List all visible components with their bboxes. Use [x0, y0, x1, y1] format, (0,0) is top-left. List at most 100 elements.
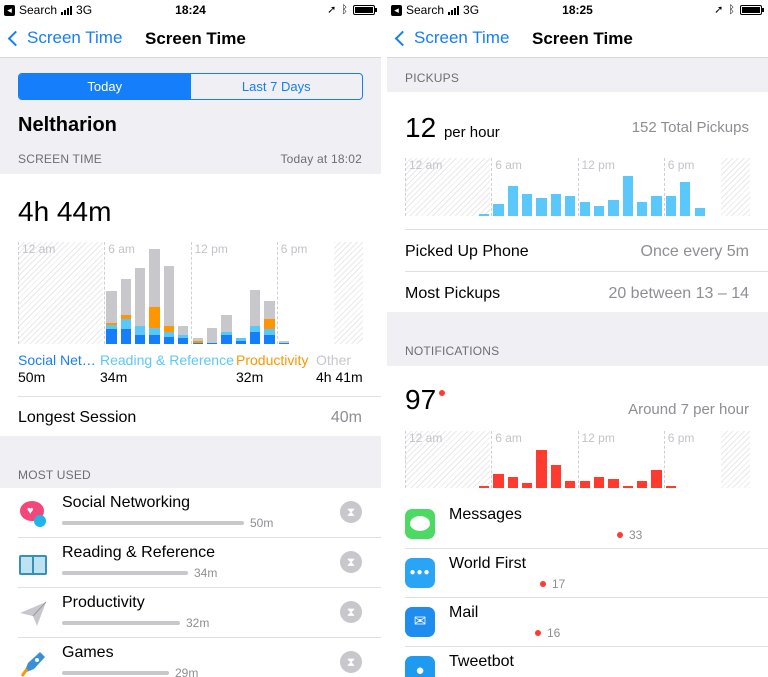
- pickups-rate-unit: per hour: [443, 124, 500, 141]
- chart-bar: [163, 336, 175, 344]
- hour-gridline: [405, 158, 406, 216]
- back-label: Screen Time: [414, 28, 510, 47]
- chart-bar: [120, 319, 131, 330]
- usage-value: 32m: [186, 616, 210, 630]
- bluetooth-icon: ᛒ: [728, 3, 735, 16]
- total-screen-time: 4h 44m: [18, 196, 112, 227]
- notification-dot-icon: [617, 532, 623, 538]
- usage-bar: [62, 621, 180, 625]
- usage-value: 29m: [175, 666, 199, 677]
- chart-bar: [178, 338, 189, 344]
- notifications-rate: Around 7 per hour: [628, 401, 749, 418]
- chart-bar: [250, 289, 261, 327]
- app-name: Reading & Reference: [62, 544, 215, 561]
- chart-bar: [550, 465, 562, 488]
- usage-value: 50m: [250, 516, 274, 530]
- app-name: Tweetbot: [449, 653, 514, 670]
- notification-row-messages[interactable]: Messages 33: [387, 500, 768, 548]
- hour-tick-label: 12 pm: [194, 242, 228, 256]
- hour-gridline: [18, 242, 19, 344]
- notification-row-tweetbot[interactable]: ● Tweetbot: [387, 647, 768, 677]
- chart-bar: [478, 214, 490, 216]
- usage-bar: [62, 571, 188, 575]
- chart-bar: [106, 291, 117, 324]
- chart-bar: [120, 329, 131, 344]
- hour-tick-label: 12 am: [409, 431, 443, 445]
- screen-time-today-pane: ◂ Search 3G 18:24 ➚ ᛒ Screen Time Screen…: [0, 0, 381, 677]
- hourglass-limit-icon[interactable]: ⧗: [340, 651, 362, 673]
- hour-gridline: [104, 242, 106, 344]
- chart-bar: [565, 196, 576, 216]
- chart-bar: [493, 474, 504, 488]
- most-pickups-value: 20 between 13 – 14: [608, 285, 749, 302]
- chart-bar: [149, 335, 160, 344]
- segment-last-7-days[interactable]: Last 7 Days: [191, 74, 363, 99]
- back-button[interactable]: Screen Time: [394, 28, 510, 48]
- most-used-row-reading[interactable]: Reading & Reference 34m ⧗: [0, 538, 381, 588]
- notifications-chart: 12 am 6 am 12 pm 6 pm: [405, 431, 750, 488]
- back-button[interactable]: Screen Time: [7, 28, 122, 48]
- hour-gridline: [276, 242, 278, 344]
- clock: 18:25: [562, 3, 593, 17]
- hour-gridline: [491, 158, 493, 216]
- screen-time-pickups-pane: ◂ Search 3G 18:25 ➚ ᛒ Screen Time Screen…: [387, 0, 768, 677]
- notification-row-mail[interactable]: ✉ Mail 16: [387, 598, 768, 646]
- chart-bar: [665, 485, 677, 488]
- notification-dot-icon: [540, 581, 546, 587]
- chart-bar: [608, 478, 619, 488]
- legend-social-value: 50m: [18, 369, 46, 385]
- hour-gridline: [190, 242, 192, 344]
- hour-gridline: [577, 431, 579, 488]
- notification-dot-icon: [439, 390, 446, 396]
- chart-bar: [221, 314, 232, 333]
- chart-bar: [608, 200, 619, 216]
- hour-tick-label: 6 am: [495, 158, 522, 172]
- app-name: Games: [62, 644, 114, 661]
- most-used-row-social[interactable]: ♥ Social Networking 50m ⧗: [0, 488, 381, 538]
- clock: 18:24: [175, 3, 206, 17]
- legend-other-label: Other: [316, 352, 352, 368]
- chevron-left-icon: [394, 30, 411, 46]
- most-pickups-label: Most Pickups: [405, 285, 501, 302]
- chart-bar: [651, 469, 662, 488]
- chart-bar: [250, 326, 261, 333]
- segment-today[interactable]: Today: [19, 74, 191, 99]
- chart-bar: [206, 342, 218, 344]
- hour-tick-label: 12 pm: [581, 431, 615, 445]
- notification-count: 16: [547, 626, 561, 640]
- hourglass-limit-icon[interactable]: ⧗: [340, 551, 362, 573]
- chart-bar: [106, 324, 117, 330]
- legend-other: Other 4h 41m: [316, 352, 363, 385]
- chart-bar: [264, 329, 275, 336]
- chart-bar: [221, 335, 232, 344]
- hourglass-limit-icon[interactable]: ⧗: [340, 601, 362, 623]
- app-name: Messages: [449, 506, 522, 523]
- hour-tick-label: 12 am: [409, 158, 443, 172]
- navigation-bar: Screen Time Screen Time: [0, 20, 381, 58]
- chart-bar: [579, 202, 590, 216]
- chevron-left-icon: [7, 30, 24, 46]
- hour-tick-label: 6 am: [108, 242, 135, 256]
- location-arrow-icon: ➚: [327, 4, 337, 16]
- chart-bar: [149, 248, 160, 308]
- chart-bar: [507, 476, 518, 488]
- reading-icon: [18, 549, 48, 579]
- chart-bar: [106, 323, 117, 325]
- chart-bar: [550, 194, 562, 216]
- pickups-card: 12 per hour 152 Total Pickups 12 am 6 am 1…: [387, 92, 768, 312]
- inactive-hours-shade: [721, 158, 750, 216]
- notification-row-world-first[interactable]: ●●● World First 17: [387, 549, 768, 597]
- chart-bar: [192, 338, 203, 342]
- chart-bar: [579, 481, 590, 488]
- notifications-section-label: NOTIFICATIONS: [405, 344, 500, 358]
- legend-productivity: Productivity 32m: [236, 352, 308, 385]
- status-bar: ◂ Search 3G 18:25 ➚ ᛒ: [387, 0, 768, 20]
- most-used-row-games[interactable]: Games 29m ⧗: [0, 638, 381, 677]
- chart-bar: [178, 335, 189, 339]
- hour-tick-label: 6 pm: [667, 431, 695, 445]
- hourglass-limit-icon[interactable]: ⧗: [340, 501, 362, 523]
- most-used-row-productivity[interactable]: Productivity 32m ⧗: [0, 588, 381, 638]
- legend-reading-label: Reading & Reference: [100, 352, 234, 368]
- inactive-hours-shade: [721, 431, 750, 488]
- pickups-total: 152 Total Pickups: [631, 119, 749, 136]
